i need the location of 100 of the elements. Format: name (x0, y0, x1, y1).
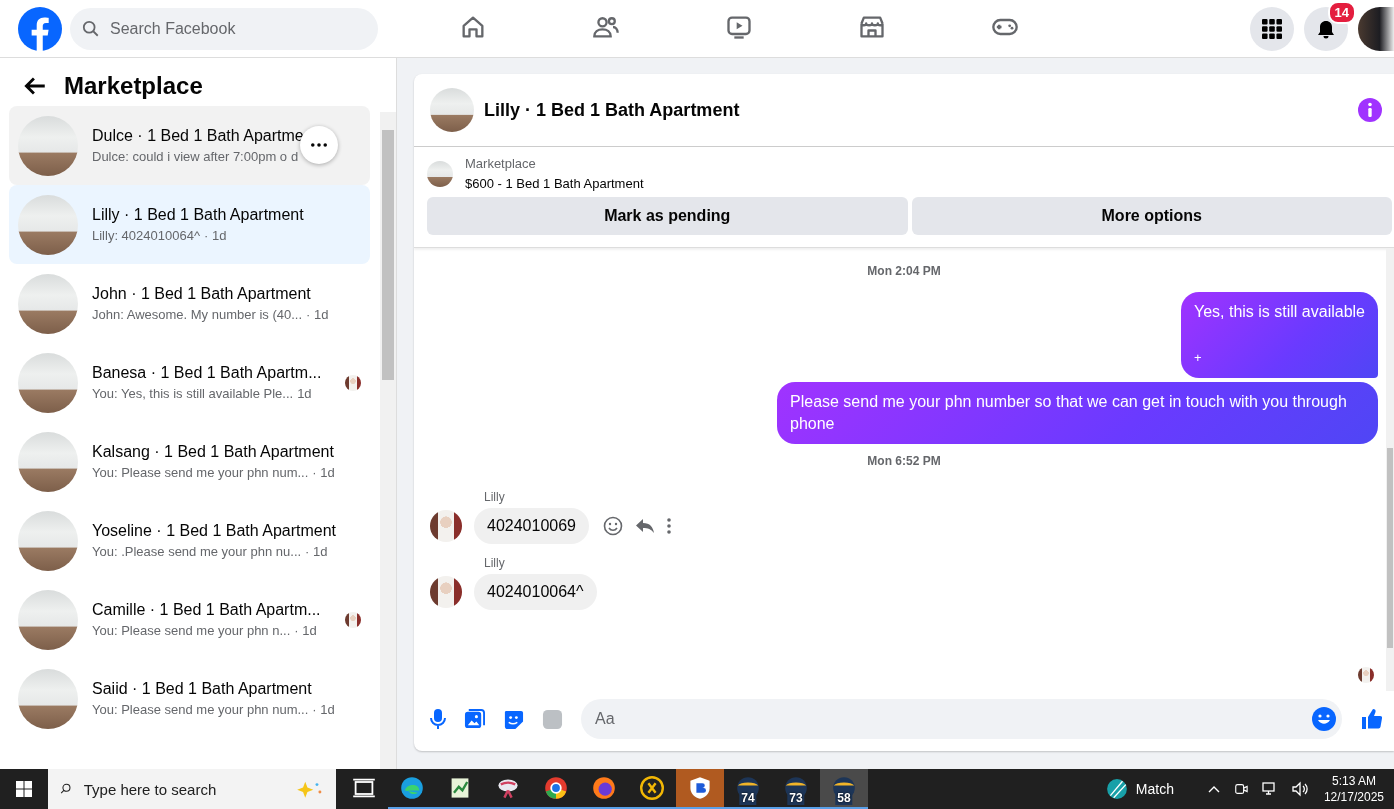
action-button[interactable]: More options (911, 197, 1392, 235)
speaker-icon (1291, 781, 1310, 797)
edge-icon (400, 776, 424, 800)
ball-icon (1105, 778, 1128, 800)
message-preview: Lilly: 4024010064^ (92, 228, 201, 243)
conversation-title: Lilly · 1 Bed 1 Bath Apartment (92, 206, 305, 224)
message-text: + (1193, 349, 1203, 367)
menu-button[interactable] (1250, 6, 1294, 51)
listing-photo (427, 160, 453, 187)
smiley-icon (603, 516, 623, 536)
more-icon (311, 143, 327, 147)
weather-text: Match (1135, 781, 1174, 797)
scrollbar[interactable] (380, 112, 396, 769)
info-button[interactable] (1358, 98, 1382, 122)
grid-icon (1262, 18, 1282, 39)
notification-count: 14 (1327, 0, 1356, 24)
app-badge-number: 73 (787, 791, 805, 805)
apartment-photo (430, 88, 474, 132)
conversation-item[interactable]: John · 1 Bed 1 Bath Apartment John: Awesome. My number is (40... · 1d (9, 264, 370, 343)
clock-time: 5:13 AM (1331, 773, 1376, 789)
listing-source: Marketplace (465, 156, 537, 171)
sender-name: Lilly (484, 556, 506, 570)
conversation-item[interactable]: Kalsang · 1 Bed 1 Bath Apartment You: Please send me your phn num... · 1d (9, 422, 370, 501)
sent-message[interactable]: Please send me your phn number so that we can get in touch with you through phone (777, 382, 1378, 444)
photo-button[interactable] (464, 708, 485, 730)
message-preview: You: Please send me your phn num... (92, 465, 309, 480)
conversation-title: Saiid · 1 Bed 1 Bath Apartment (92, 680, 313, 698)
info-icon (1358, 98, 1382, 122)
conversation-title: Camille · 1 Bed 1 Bath Apartm... (92, 601, 322, 619)
conversation-item[interactable]: Saiid · 1 Bed 1 Bath Apartment You: Please send me your phn num... · 1d (9, 659, 370, 738)
search-field[interactable]: Search Facebook (70, 7, 378, 50)
network-icon (1261, 781, 1278, 797)
conversation-item[interactable]: Yoseline · 1 Bed 1 Bath Apartment You: .Please send me your phn nu... · 1d (9, 501, 370, 580)
conversation-title: Kalsang · 1 Bed 1 Bath Apartment (92, 443, 335, 461)
conversation-item[interactable]: Lilly · 1 Bed 1 Bath Apartment Lilly: 4024010064^ · 1d (9, 185, 370, 264)
message-preview: You: Please send me your phn n... (92, 623, 291, 638)
received-message[interactable]: 4024010069 (474, 508, 589, 544)
message-input[interactable]: Aa (593, 709, 1312, 729)
taskbar-search-field[interactable]: Type here to search (48, 769, 336, 809)
sender-name: Lilly (484, 490, 506, 504)
scrollbar[interactable] (1386, 248, 1394, 691)
taskbar-app[interactable]: 74 (724, 769, 772, 809)
taskview-icon (352, 776, 376, 800)
message-time: · 1d (306, 307, 329, 322)
weather-widget[interactable]: Match (1099, 777, 1180, 801)
sticker-button[interactable] (503, 708, 524, 730)
shield-icon (688, 776, 712, 800)
voice-clip-button[interactable] (430, 708, 446, 730)
conversation-title: Dulce · 1 Bed 1 Bath Apartme (92, 127, 305, 145)
taskbar-app[interactable]: 58 (820, 769, 868, 809)
message-time: · 1d (312, 702, 335, 717)
message-preview: Dulce: could i view after 7:00pm o (92, 149, 288, 164)
facebook-logo (18, 6, 62, 51)
conversation-item[interactable]: Camille · 1 Bed 1 Bath Apartm... You: Please send me your phn n... · 1d (9, 580, 370, 659)
message-time: · 1d (305, 544, 328, 559)
image-icon (464, 708, 485, 730)
taskbar-search-input[interactable]: Type here to search (81, 779, 285, 799)
seen-avatar (1358, 667, 1374, 683)
microphone-icon (430, 708, 446, 730)
message-timestamp: Mon 2:04 PM (867, 264, 941, 278)
more-button[interactable] (667, 518, 671, 534)
conversation-title: Banesa · 1 Bed 1 Bath Apartm... (92, 364, 323, 382)
more-vertical-icon (667, 518, 671, 534)
app-badge-number: 58 (835, 791, 853, 805)
message-field[interactable]: Aa (581, 699, 1342, 739)
seen-avatar (345, 374, 361, 391)
message-preview: You: Yes, this is still available Ple... (92, 386, 294, 401)
clock-date: 12/17/2025 (1323, 789, 1384, 805)
conversation-title: John · 1 Bed 1 Bath Apartment (92, 285, 312, 303)
react-button[interactable] (603, 516, 623, 536)
search-icon (82, 19, 100, 38)
seen-avatar (345, 611, 361, 628)
message-preview: John: Awesome. My number is (40... (92, 307, 303, 322)
profile-avatar[interactable] (1358, 6, 1394, 51)
message-time: · 1d (294, 623, 317, 638)
chat-title: Lilly · 1 Bed 1 Bath Apartment (484, 99, 740, 121)
conversation-item[interactable]: Dulce · 1 Bed 1 Bath Apartme Dulce: could i view after 7:00pm o d (9, 106, 370, 185)
ix-icon (640, 776, 664, 800)
message-text: Yes, this is still available (1193, 302, 1365, 322)
search-input[interactable]: Search Facebook (108, 18, 352, 39)
chevron-up-icon (1207, 785, 1220, 793)
message-time: · 1d (204, 228, 227, 243)
received-message[interactable]: 4024010064^ (474, 574, 597, 610)
message-preview: You: .Please send me your phn nu... (92, 544, 302, 559)
like-button[interactable] (1360, 707, 1384, 731)
page-title: Marketplace (64, 72, 203, 100)
message-time: d (291, 149, 299, 164)
listing-name[interactable]: $600 - 1 Bed 1 Bath Apartment (465, 176, 644, 191)
emoji-icon (1312, 707, 1336, 731)
conversation-title: Yoseline · 1 Bed 1 Bath Apartment (92, 522, 337, 540)
message-timestamp: Mon 6:52 PM (867, 454, 941, 468)
message-time: 1d (297, 386, 312, 401)
app-badge-number: 74 (739, 791, 757, 805)
sender-avatar (430, 576, 462, 608)
conversation-item[interactable]: Banesa · 1 Bed 1 Bath Apartm... You: Yes, this is still available Ple... 1d (9, 343, 370, 422)
thumbs-up-icon (1360, 707, 1384, 731)
sticker-icon (503, 708, 524, 730)
message-preview: You: Please send me your phn num... (92, 702, 309, 717)
action-button[interactable]: Mark as pending (427, 197, 908, 235)
sent-message[interactable]: Yes, this is still available + (1180, 292, 1378, 378)
